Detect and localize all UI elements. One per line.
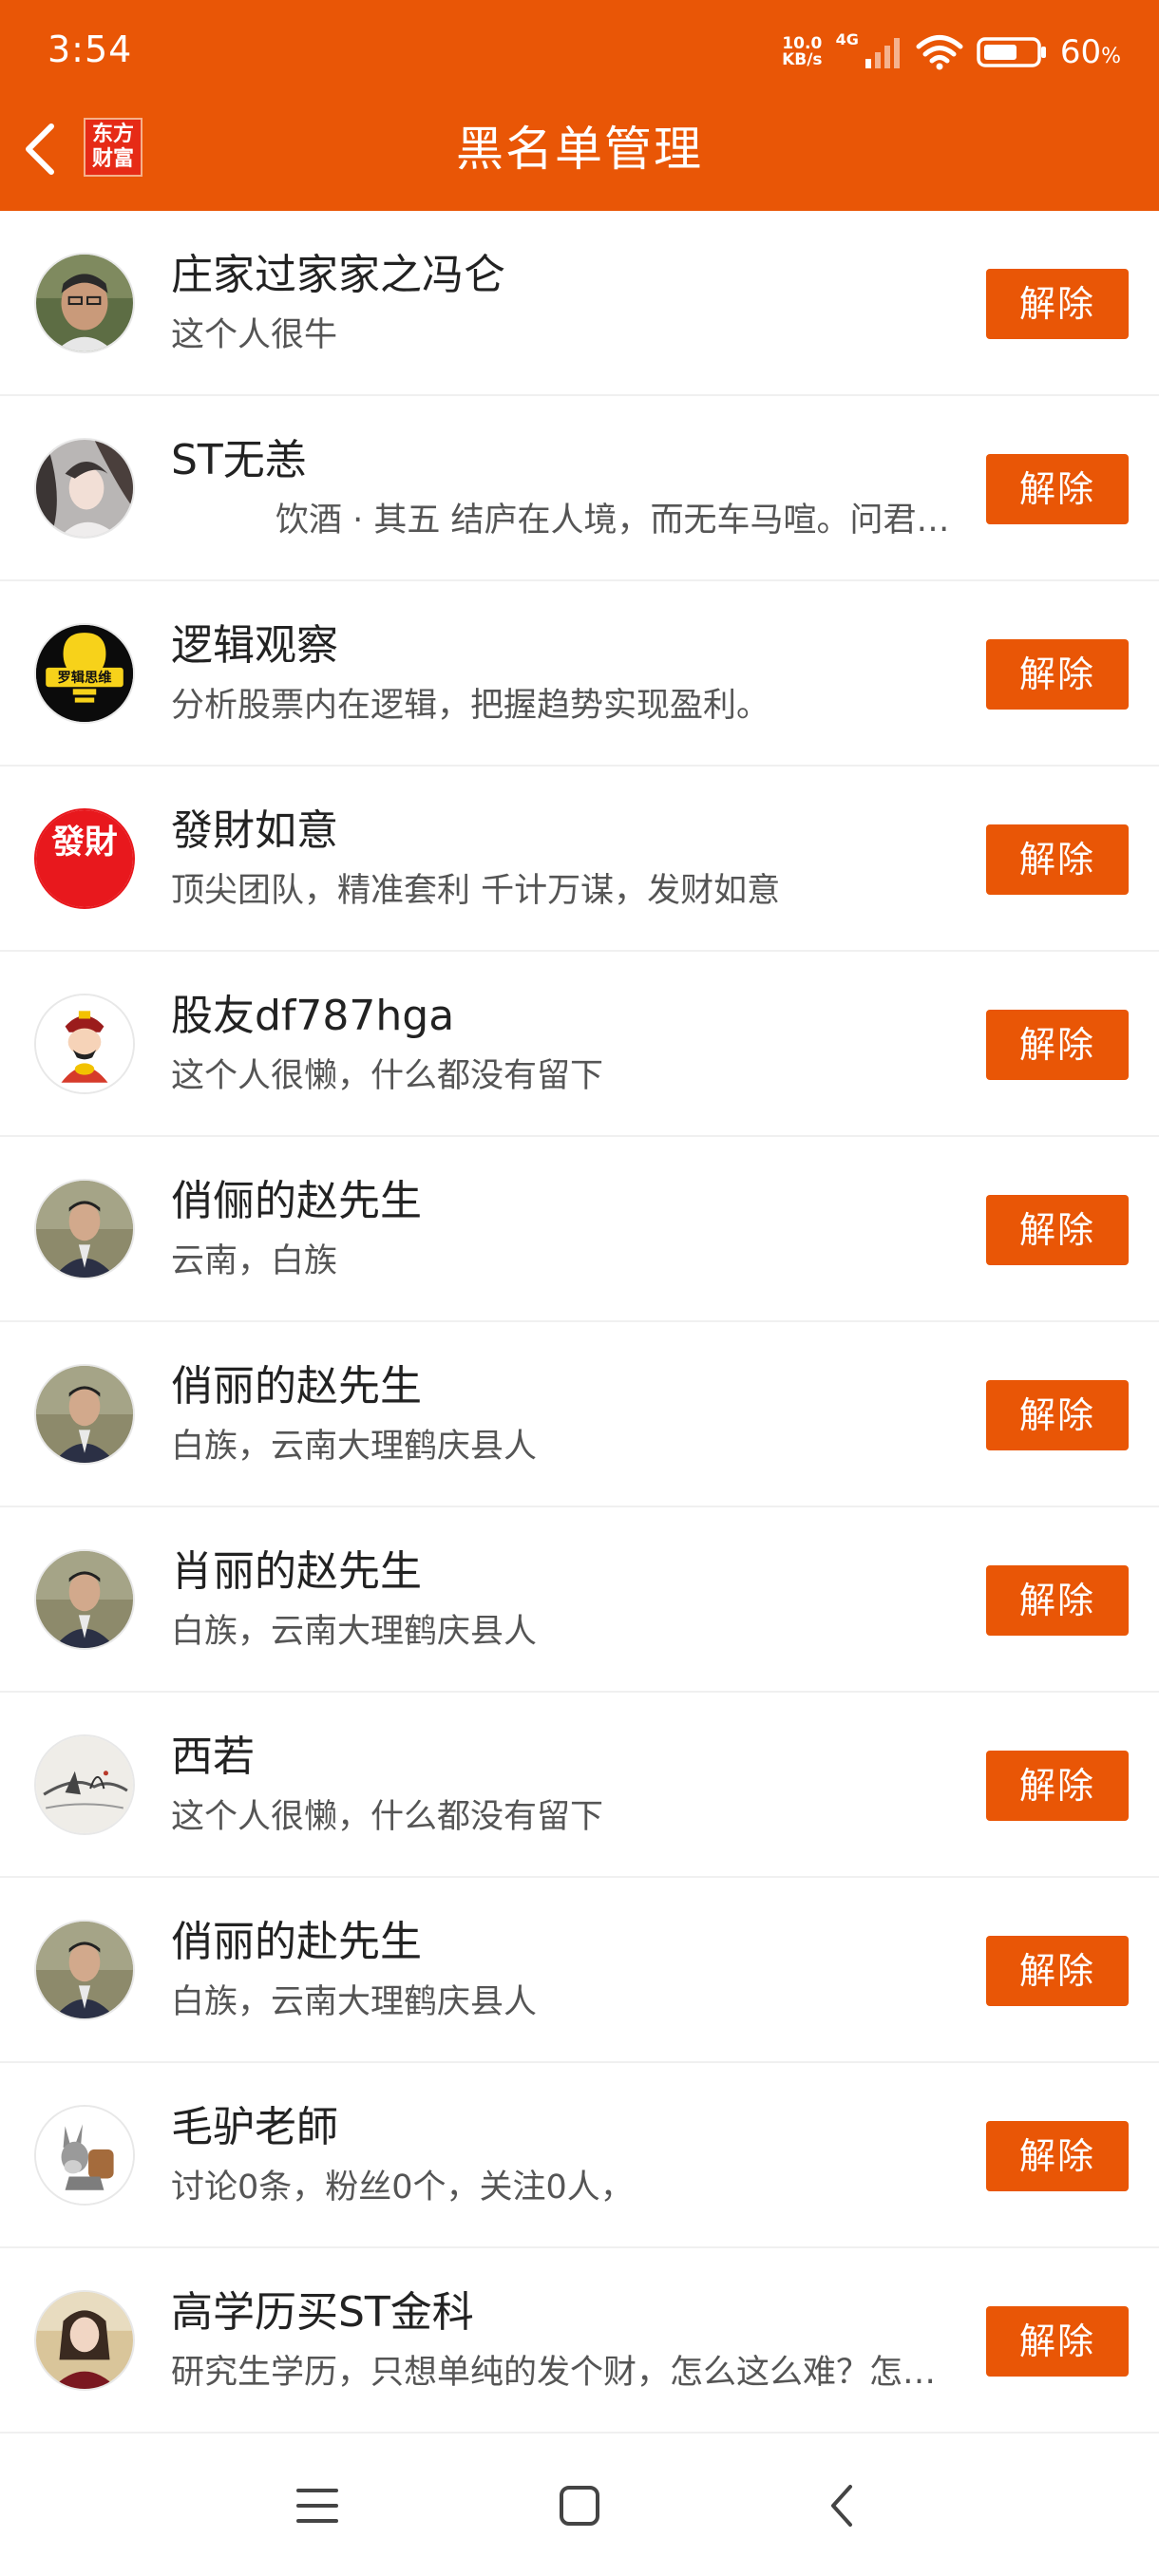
man-in-suit-avatar[interactable] bbox=[34, 1364, 135, 1465]
battery-icon bbox=[977, 37, 1046, 67]
user-name: 發財如意 bbox=[171, 806, 338, 855]
list-item: 肖丽的赵先生 白族，云南大理鹤庆县人 解除 bbox=[0, 1507, 1159, 1693]
wifi-icon bbox=[916, 35, 963, 70]
unblock-button[interactable]: 解除 bbox=[986, 1751, 1129, 1821]
battery-percentage: 60% bbox=[1059, 33, 1121, 71]
list-item: 高学历买ST金科 研究生学历，只想单纯的发个财，怎么这么难？怎么这么难？ 解除 bbox=[0, 2248, 1159, 2434]
home-button[interactable] bbox=[551, 2477, 608, 2534]
user-bio: 这个人很牛 bbox=[171, 316, 338, 354]
chevron-left-icon bbox=[831, 2485, 852, 2527]
list-item: 俏丽的赴先生 白族，云南大理鹤庆县人 解除 bbox=[0, 1878, 1159, 2063]
home-square-icon bbox=[560, 2486, 599, 2526]
list-item: 發財 發財如意 顶尖团队，精准套利 千计万谋，发财如意 解除 bbox=[0, 767, 1159, 952]
anime-character-avatar[interactable] bbox=[34, 438, 135, 539]
signal-icon bbox=[864, 38, 900, 68]
list-item: 罗辑思维 逻辑观察 分析股票内在逻辑，把握趋势实现盈利。 解除 bbox=[0, 581, 1159, 767]
user-bio: 讨论0条，粉丝0个，关注0人， bbox=[171, 2169, 634, 2207]
list-item: 毛驴老師 讨论0条，粉丝0个，关注0人， 解除 bbox=[0, 2063, 1159, 2248]
user-name: 俏丽的赴先生 bbox=[171, 1918, 422, 1966]
unblock-button[interactable]: 解除 bbox=[986, 639, 1129, 710]
top-app-bar: 3:54 10.0 KB/s 4G 60% 东方 财富 黑名单管理 bbox=[0, 0, 1159, 211]
svg-text:罗辑思维: 罗辑思维 bbox=[57, 669, 111, 686]
user-bio: 白族，云南大理鹤庆县人 bbox=[171, 1428, 538, 1466]
status-time: 3:54 bbox=[48, 28, 133, 70]
user-bio: 分析股票内在逻辑，把握趋势实现盈利。 bbox=[171, 687, 770, 725]
recent-apps-button[interactable] bbox=[289, 2477, 346, 2534]
person-photo-avatar[interactable] bbox=[34, 253, 135, 353]
fortune-god-avatar[interactable] bbox=[34, 994, 135, 1094]
user-name: ST无恙 bbox=[171, 436, 307, 484]
user-bio: 饮酒 · 其五 结庐在人境，而无车马喧。问君何能尔？心远地自偏。 bbox=[276, 502, 969, 540]
list-item: 俏俪的赵先生 云南，白族 解除 bbox=[0, 1137, 1159, 1322]
unblock-button[interactable]: 解除 bbox=[986, 1936, 1129, 2006]
user-name: 股友df787hga bbox=[171, 992, 455, 1040]
user-name: 逻辑观察 bbox=[171, 621, 338, 670]
network-speed: 10.0 KB/s bbox=[782, 34, 823, 69]
list-item: 俏丽的赵先生 白族，云南大理鹤庆县人 解除 bbox=[0, 1322, 1159, 1507]
network-type: 4G bbox=[835, 30, 859, 48]
user-name: 俏丽的赵先生 bbox=[171, 1362, 422, 1411]
user-name: 毛驴老師 bbox=[171, 2103, 338, 2151]
user-bio: 云南，白族 bbox=[171, 1242, 338, 1280]
unblock-button[interactable]: 解除 bbox=[986, 1565, 1129, 1636]
user-bio: 这个人很懒，什么都没有留下 bbox=[171, 1057, 604, 1095]
donkey-cartoon-avatar[interactable] bbox=[34, 2105, 135, 2206]
user-name: 庄家过家家之冯仑 bbox=[171, 251, 505, 299]
logic-thinking-bulb-avatar[interactable]: 罗辑思维 bbox=[34, 623, 135, 724]
user-name: 肖丽的赵先生 bbox=[171, 1547, 422, 1596]
unblock-button[interactable]: 解除 bbox=[986, 269, 1129, 339]
user-name: 高学历买ST金科 bbox=[171, 2288, 474, 2337]
man-in-suit-avatar[interactable] bbox=[34, 1549, 135, 1650]
user-bio: 白族，云南大理鹤庆县人 bbox=[171, 1983, 538, 2021]
system-navigation-bar bbox=[0, 2435, 1159, 2576]
list-item: ST无恙 饮酒 · 其五 结庐在人境，而无车马喧。问君何能尔？心远地自偏。 解除 bbox=[0, 396, 1159, 581]
list-item: 西若 这个人很懒，什么都没有留下 解除 bbox=[0, 1693, 1159, 1878]
unblock-button[interactable]: 解除 bbox=[986, 824, 1129, 895]
list-item: 股友df787hga 这个人很懒，什么都没有留下 解除 bbox=[0, 952, 1159, 1137]
man-in-suit-avatar[interactable] bbox=[34, 1920, 135, 2020]
user-name: 西若 bbox=[171, 1733, 255, 1781]
user-bio: 研究生学历，只想单纯的发个财，怎么这么难？怎么这么难？ bbox=[171, 2354, 969, 2392]
svg-text:發財: 發財 bbox=[50, 823, 117, 862]
menu-icon bbox=[296, 2489, 338, 2523]
unblock-button[interactable]: 解除 bbox=[986, 1380, 1129, 1450]
list-item: 庄家过家家之冯仑 这个人很牛 解除 bbox=[0, 211, 1159, 396]
woman-photo-avatar[interactable] bbox=[34, 2290, 135, 2391]
user-bio: 这个人很懒，什么都没有留下 bbox=[171, 1798, 604, 1836]
system-back-button[interactable] bbox=[813, 2477, 870, 2534]
ink-painting-avatar[interactable] bbox=[34, 1734, 135, 1835]
unblock-button[interactable]: 解除 bbox=[986, 1195, 1129, 1265]
page-title: 黑名单管理 bbox=[456, 122, 703, 177]
unblock-button[interactable]: 解除 bbox=[986, 454, 1129, 524]
unblock-button[interactable]: 解除 bbox=[986, 2306, 1129, 2377]
blacklist: 庄家过家家之冯仑 这个人很牛 解除 ST无恙 饮酒 · 其五 结庐在人境，而无车… bbox=[0, 211, 1159, 2434]
man-in-suit-avatar[interactable] bbox=[34, 1179, 135, 1279]
unblock-button[interactable]: 解除 bbox=[986, 2121, 1129, 2191]
status-indicators: 10.0 KB/s 4G 60% bbox=[782, 28, 1121, 76]
unblock-button[interactable]: 解除 bbox=[986, 1010, 1129, 1080]
user-bio: 白族，云南大理鹤庆县人 bbox=[171, 1613, 538, 1651]
facai-calligraphy-avatar[interactable]: 發財 bbox=[34, 808, 135, 909]
user-bio: 顶尖团队，精准套利 千计万谋，发财如意 bbox=[171, 872, 781, 910]
user-name: 俏俪的赵先生 bbox=[171, 1177, 422, 1225]
